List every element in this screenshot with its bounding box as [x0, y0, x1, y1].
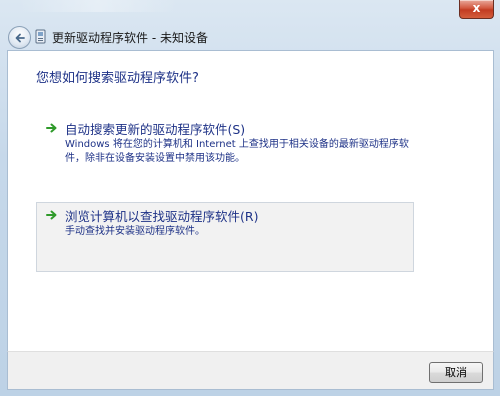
close-icon: x [472, 1, 481, 15]
option-auto-search[interactable]: 自动搜索更新的驱动程序软件(S) Windows 将在您的计算机和 Intern… [36, 115, 414, 167]
window-title: 更新驱动程序软件 - 未知设备 [52, 31, 208, 45]
option-title: 自动搜索更新的驱动程序软件(S) [65, 122, 246, 137]
back-button[interactable] [8, 26, 31, 49]
green-arrow-icon [46, 123, 57, 133]
window-frame: x 更新驱动程序软件 - 未知设备 您想如何搜索驱动程序软件? 自动搜索更新的驱… [0, 0, 500, 396]
title-bar-glow [18, 0, 178, 12]
navigation-bar: 更新驱动程序软件 - 未知设备 [8, 26, 492, 49]
option-description: Windows 将在您的计算机和 Internet 上查找用于相关设备的最新驱动… [65, 139, 409, 164]
button-bar: 取消 [7, 351, 494, 390]
page-heading: 您想如何搜索驱动程序软件? [36, 71, 199, 86]
close-button[interactable]: x [459, 0, 494, 19]
device-manager-icon [35, 29, 46, 44]
option-description: 手动查找并安装驱动程序软件。 [65, 226, 205, 237]
green-arrow-icon [46, 210, 57, 220]
option-title: 浏览计算机以查找驱动程序软件(R) [65, 209, 259, 224]
wizard-content: 您想如何搜索驱动程序软件? 自动搜索更新的驱动程序软件(S) Windows 将… [7, 50, 494, 352]
back-arrow-icon [15, 33, 25, 42]
cancel-button[interactable]: 取消 [429, 362, 483, 383]
option-browse-computer[interactable]: 浏览计算机以查找驱动程序软件(R) 手动查找并安装驱动程序软件。 [36, 202, 414, 272]
